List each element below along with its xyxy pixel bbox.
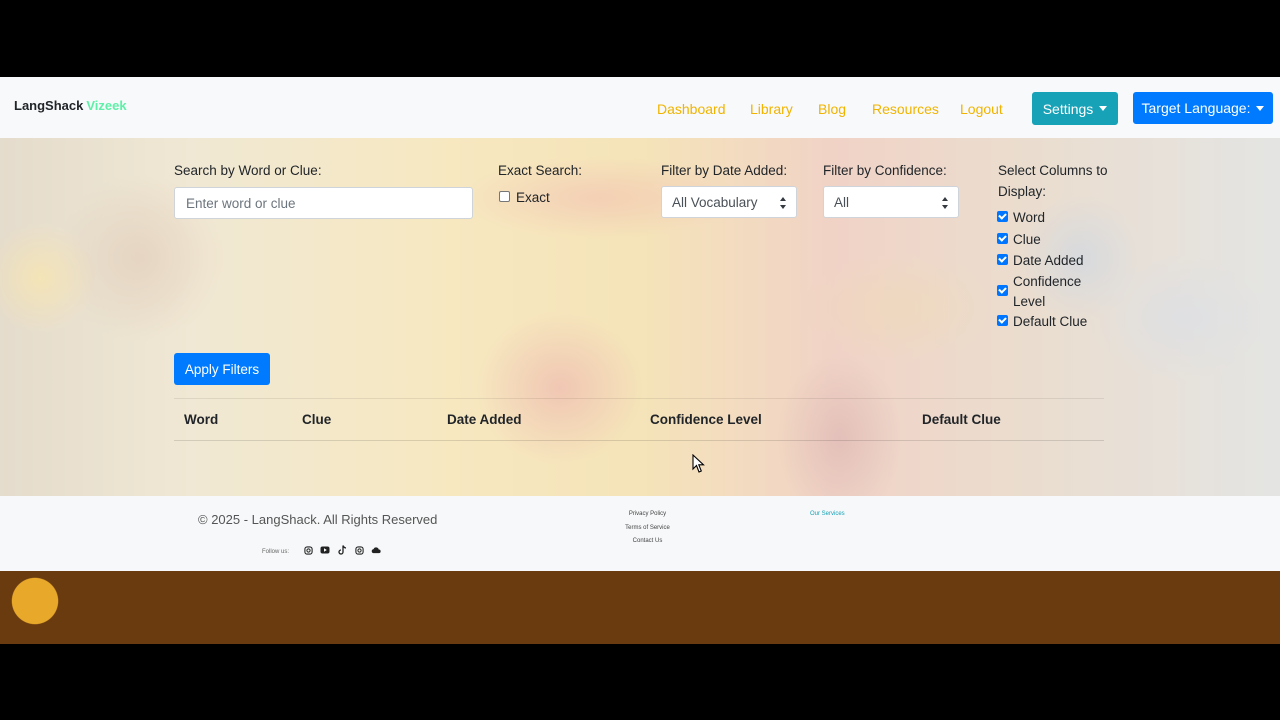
search-input[interactable]: Enter word or clue [174, 187, 473, 219]
th-confidence-level[interactable]: Confidence Level [650, 412, 762, 427]
target-language-label: Target Language: [1141, 100, 1251, 116]
nav-library[interactable]: Library [750, 101, 793, 117]
confidence-filter-select[interactable]: All [823, 186, 959, 218]
instagram-icon[interactable] [303, 545, 313, 555]
exact-search-label: Exact Search: [498, 163, 583, 178]
column-confidence-label-line2[interactable]: Level [1013, 294, 1045, 309]
footer: © 2025 - LangShack. All Rights Reserved … [0, 496, 1280, 571]
date-filter-value: All Vocabulary [672, 195, 758, 210]
th-word[interactable]: Word [184, 412, 218, 427]
copyright-text: © 2025 - LangShack. All Rights Reserved [198, 512, 438, 527]
our-services-link[interactable]: Our Services [810, 511, 845, 517]
browser-viewport: LangShack Vizeek Dashboard Library Blog R… [0, 77, 1280, 644]
apply-filters-button[interactable]: Apply Filters [174, 353, 270, 385]
caret-down-icon [1256, 105, 1265, 111]
privacy-policy-link[interactable]: Privacy Policy [620, 511, 675, 517]
th-clue[interactable]: Clue [302, 412, 331, 427]
nav-resources[interactable]: Resources [872, 101, 939, 117]
brand-logo[interactable]: LangShack Vizeek [14, 98, 127, 113]
terms-of-service-link[interactable]: Terms of Service [620, 525, 675, 531]
settings-dropdown-button[interactable]: Settings [1032, 92, 1118, 125]
search-placeholder: Enter word or clue [186, 196, 296, 211]
mouse-cursor-icon [692, 453, 705, 479]
columns-label-line1: Select Columns to [998, 163, 1108, 178]
column-clue-checkbox[interactable] [997, 233, 1008, 244]
target-language-dropdown-button[interactable]: Target Language: [1133, 92, 1273, 124]
select-arrows-icon [780, 197, 786, 209]
th-date-added[interactable]: Date Added [447, 412, 522, 427]
brand-name: LangShack [14, 98, 84, 113]
th-default-clue[interactable]: Default Clue [922, 412, 1001, 427]
column-default-clue-label[interactable]: Default Clue [1013, 314, 1087, 329]
instagram-icon[interactable] [354, 545, 364, 555]
column-default-clue-checkbox[interactable] [997, 315, 1008, 326]
column-confidence-label[interactable]: Confidence [1013, 274, 1081, 289]
caret-down-icon [1099, 106, 1108, 111]
nav-blog[interactable]: Blog [818, 101, 846, 117]
confidence-filter-label: Filter by Confidence: [823, 163, 947, 178]
column-clue-label[interactable]: Clue [1013, 232, 1041, 247]
date-filter-select[interactable]: All Vocabulary [661, 186, 797, 218]
columns-label-line2: Display: [998, 184, 1047, 199]
brand-accent: Vizeek [86, 98, 127, 113]
tiktok-icon[interactable] [337, 545, 347, 555]
column-confidence-checkbox[interactable] [997, 285, 1008, 296]
follow-us-label: Follow us: [262, 549, 290, 555]
column-word-checkbox[interactable] [997, 211, 1008, 222]
search-label: Search by Word or Clue: [174, 163, 322, 178]
youtube-icon[interactable] [320, 545, 330, 555]
navbar: LangShack Vizeek Dashboard Library Blog R… [0, 77, 1280, 138]
column-date-added-checkbox[interactable] [997, 254, 1008, 265]
nav-logout[interactable]: Logout [960, 101, 1003, 117]
column-date-added-label[interactable]: Date Added [1013, 253, 1084, 268]
settings-label: Settings [1042, 100, 1094, 117]
contact-us-link[interactable]: Contact Us [620, 538, 675, 544]
vocabulary-table-header: Word Clue Date Added Confidence Level De… [174, 398, 1104, 441]
select-arrows-icon [942, 197, 948, 209]
exact-checkbox-label[interactable]: Exact [516, 190, 550, 205]
exact-checkbox[interactable] [499, 191, 510, 202]
confidence-filter-value: All [834, 195, 850, 210]
decorative-bottom-art [0, 571, 1280, 644]
nav-dashboard[interactable]: Dashboard [657, 101, 726, 117]
column-word-label[interactable]: Word [1013, 210, 1045, 225]
date-filter-label: Filter by Date Added: [661, 163, 788, 178]
cloud-icon[interactable] [371, 545, 381, 555]
